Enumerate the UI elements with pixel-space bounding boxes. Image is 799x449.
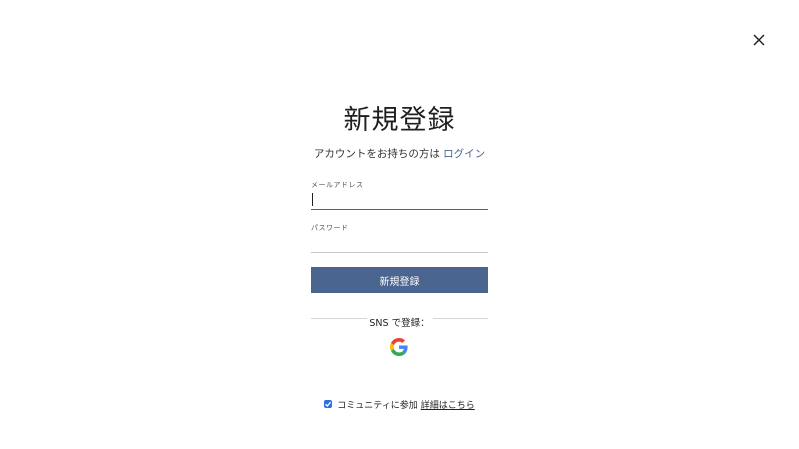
email-label: メールアドレス (311, 181, 364, 189)
login-prompt-row: アカウントをお持ちの方は ログイン (0, 146, 799, 161)
details-link[interactable]: 詳細はこちら (421, 401, 475, 411)
login-prompt-text: アカウントをお持ちの方は (313, 148, 440, 160)
sns-label: SNS で登録： (369, 318, 430, 329)
close-icon (753, 34, 765, 46)
signup-dialog: 新規登録 アカウントをお持ちの方は ログイン メールアドレス パスワード 新規登… (0, 0, 799, 449)
password-field-group: パスワード (311, 223, 488, 253)
password-label: パスワード (311, 224, 349, 232)
close-button[interactable] (750, 31, 768, 49)
page-title: 新規登録 (343, 105, 456, 136)
signup-button[interactable]: 新規登録 (311, 267, 488, 293)
password-input[interactable] (311, 235, 488, 253)
checkmark-icon (325, 401, 332, 407)
google-icon (390, 338, 408, 356)
community-row: コミュニティに参加 詳細はこちら (0, 398, 799, 411)
email-input[interactable] (311, 192, 488, 210)
email-field-group: メールアドレス (311, 180, 488, 210)
text-caret (312, 193, 313, 206)
google-signup-button[interactable] (390, 338, 408, 356)
community-checkbox[interactable] (324, 399, 333, 408)
login-link[interactable]: ログイン (443, 148, 485, 160)
community-label: コミュニティに参加 (337, 401, 418, 411)
